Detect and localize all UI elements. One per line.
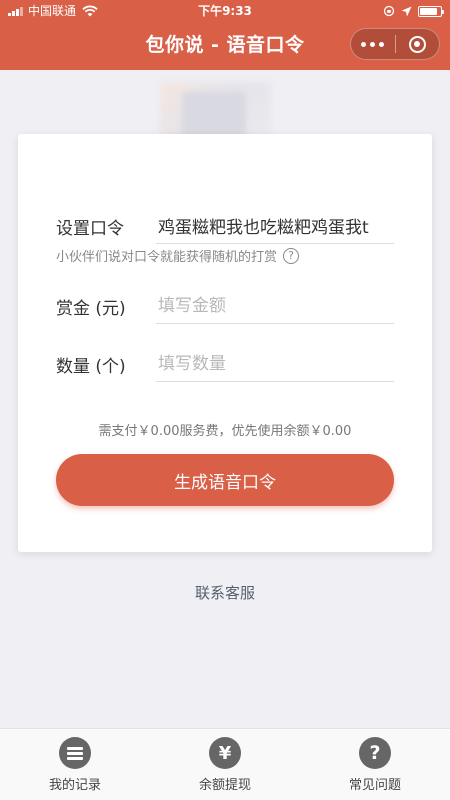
list-icon — [59, 737, 91, 769]
header: 中国联通 下午9:33 包你说 - 语音口令 — [0, 0, 450, 70]
tab-my-records[interactable]: 我的记录 — [0, 729, 150, 800]
tab-faq[interactable]: ? 常见问题 — [300, 729, 450, 800]
amount-row: 赏金 (元) — [56, 286, 394, 326]
contact-service-link[interactable]: 联系客服 — [0, 582, 450, 603]
help-icon[interactable]: ? — [283, 247, 300, 264]
app-root: 中国联通 下午9:33 包你说 - 语音口令 设置口令 鸡蛋糍粑我也吃糍粑鸡蛋我… — [0, 0, 450, 800]
yen-icon: ¥ — [209, 737, 241, 769]
tab-label: 常见问题 — [348, 778, 401, 793]
tab-bar: 我的记录 ¥ 余额提现 ? 常见问题 — [0, 728, 450, 800]
status-bar: 中国联通 下午9:33 — [0, 0, 450, 22]
password-row: 设置口令 — [56, 206, 394, 246]
more-button[interactable] — [351, 29, 395, 59]
count-input[interactable] — [156, 346, 394, 382]
close-button[interactable] — [395, 29, 439, 59]
hint-text: 小伙伴们说对口令就能获得随机的打赏 — [56, 250, 278, 265]
count-row: 数量 (个) — [56, 344, 394, 384]
battery-level — [420, 7, 437, 15]
form-card: 设置口令 小伙伴们说对口令就能获得随机的打赏 ? 赏金 (元) 数量 (个) 需… — [18, 134, 432, 552]
question-icon: ? — [359, 737, 391, 769]
tab-withdraw[interactable]: ¥ 余额提现 — [150, 729, 300, 800]
password-input[interactable] — [156, 208, 394, 244]
count-label: 数量 (个) — [56, 357, 126, 377]
generate-button[interactable]: 生成语音口令 — [56, 454, 394, 506]
location-icon — [401, 6, 412, 16]
password-label: 设置口令 — [56, 219, 124, 239]
more-dots-icon — [361, 41, 367, 47]
mini-program-capsule — [350, 28, 440, 60]
amount-label: 赏金 (元) — [56, 299, 126, 319]
tab-label: 我的记录 — [48, 778, 101, 793]
tab-label: 余额提现 — [198, 778, 251, 793]
status-right — [377, 0, 444, 22]
battery-icon — [418, 5, 444, 17]
close-target-icon — [408, 35, 426, 53]
amount-input[interactable] — [156, 288, 394, 324]
password-hint: 小伙伴们说对口令就能获得随机的打赏 ? — [56, 246, 300, 265]
rotation-lock-icon — [383, 5, 395, 17]
fee-text: 需支付￥0.00服务费，优先使用余额￥0.00 — [98, 424, 352, 439]
